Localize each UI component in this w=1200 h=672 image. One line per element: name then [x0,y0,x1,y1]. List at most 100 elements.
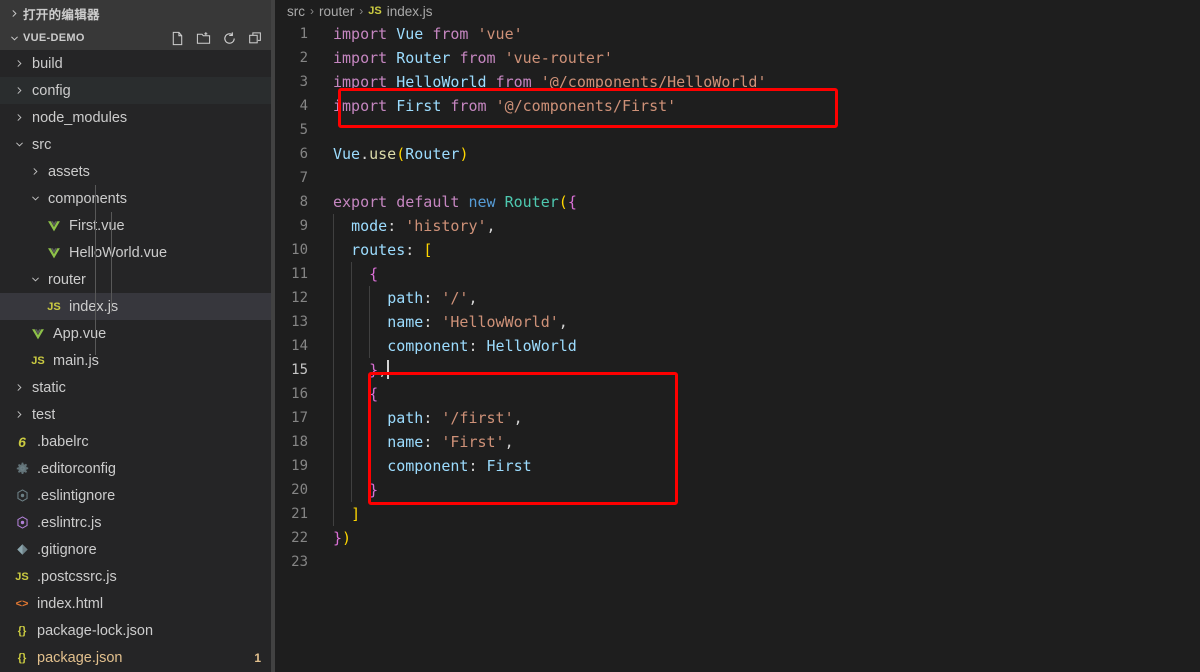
breadcrumb-item-src[interactable]: src [287,4,305,19]
breadcrumb-item-router[interactable]: router [319,4,354,19]
chevron-right-icon[interactable] [12,409,27,420]
new-file-icon[interactable] [170,31,185,46]
file-tree[interactable]: build config node_modules src assets componen… [0,50,275,671]
code-line-9[interactable]: 9 mode: 'history', [275,214,1200,238]
code-line-4[interactable]: 4 import First from '@/components/First' [275,94,1200,118]
code-line-3[interactable]: 3 import HelloWorld from '@/components/He… [275,70,1200,94]
code-token: . [360,145,370,163]
tree-item-eslintignore[interactable]: .eslintignore [0,482,275,509]
breadcrumb[interactable]: src › router › JS index.js [275,0,1200,22]
code-line-22[interactable]: 22}) [275,526,1200,550]
code-token: from [459,49,496,67]
tree-item-build[interactable]: build [0,50,275,77]
tree-item-node-modules[interactable]: node_modules [0,104,275,131]
chevron-down-icon[interactable] [12,139,27,150]
code-token: '/' [441,289,469,307]
chevron-right-icon[interactable] [12,58,27,69]
code-line-21[interactable]: 21 ] [275,502,1200,526]
code-token: : [423,289,442,307]
chevron-down-icon[interactable] [28,274,43,285]
code-token: [ [423,241,433,259]
code-line-10[interactable]: 10 routes: [ [275,238,1200,262]
tree-item-index-js[interactable]: JS index.js [0,293,275,320]
code-line-13[interactable]: 13 name: 'HellowWorld', [275,310,1200,334]
js-file-icon: JS [47,300,61,313]
code-token: , [504,433,514,451]
tree-item-babelrc[interactable]: 6 .babelrc [0,428,275,455]
line-number: 6 [299,146,308,162]
code-line-18[interactable]: 18 name: 'First', [275,430,1200,454]
code-line-20[interactable]: 20 } [275,478,1200,502]
code-token: : [423,433,442,451]
chevron-right-icon[interactable] [12,85,27,96]
code-line-text: name: 'HellowWorld', [320,313,568,331]
code-indent-guide [369,406,371,430]
chevron-right-icon[interactable] [12,112,27,123]
new-folder-icon[interactable] [196,31,211,46]
chevron-right-icon[interactable] [6,8,23,19]
tree-item-test[interactable]: test [0,401,275,428]
tree-item-postcssrc-js[interactable]: JS .postcssrc.js [0,563,275,590]
tree-item-label: static [32,379,66,396]
tree-item-label: .editorconfig [37,460,116,477]
refresh-icon[interactable] [222,31,237,46]
line-number: 22 [291,530,308,546]
code-line-12[interactable]: 12 path: '/', [275,286,1200,310]
line-number: 18 [291,434,308,450]
code-line-1[interactable]: 1 import Vue from 'vue' [275,22,1200,46]
code-token: ) [342,529,352,547]
tree-item-components[interactable]: components [0,185,275,212]
tree-item-src[interactable]: src [0,131,275,158]
tree-item-package-json[interactable]: {} package.json 1 [0,644,275,671]
code-indent-guide [351,310,353,334]
tree-item-first-vue[interactable]: First.vue [0,212,275,239]
chevron-down-icon[interactable] [6,33,23,44]
code-line-15[interactable]: 15 }, [275,358,1200,382]
tree-item-config[interactable]: config [0,77,275,104]
code-line-19[interactable]: 19 component: First [275,454,1200,478]
code-token: , [558,313,568,331]
code-line-23[interactable]: 23 [275,550,1200,574]
tree-item-app-vue[interactable]: App.vue [0,320,275,347]
section-open-editors[interactable]: 打开的编辑器 [0,0,275,26]
code-line-7[interactable]: 7 [275,166,1200,190]
tree-item-label: build [32,55,63,72]
collapse-all-icon[interactable] [248,31,263,46]
tree-item-eslintrc-js[interactable]: .eslintrc.js [0,509,275,536]
code-line-14[interactable]: 14 component: HelloWorld [275,334,1200,358]
tree-item-gitignore[interactable]: .gitignore [0,536,275,563]
code-token: name [387,433,424,451]
breadcrumb-item-index-js[interactable]: index.js [387,4,433,19]
code-line-11[interactable]: 11 { [275,262,1200,286]
tree-item-assets[interactable]: assets [0,158,275,185]
code-token: Router [396,49,451,67]
code-indent-guide [333,382,334,406]
code-line-16[interactable]: 16 { [275,382,1200,406]
vscode-window: 打开的编辑器 VUE-DEMO build config node_module… [0,0,1200,672]
tree-item-main-js[interactable]: JS main.js [0,347,275,374]
tree-item-editorconfig[interactable]: .editorconfig [0,455,275,482]
code-line-8[interactable]: 8 export default new Router({ [275,190,1200,214]
code-indent-guide [351,334,353,358]
code-editor[interactable]: 1 import Vue from 'vue' 2 import Router fro… [275,22,1200,672]
code-line-5[interactable]: 5 [275,118,1200,142]
code-token: , [513,409,523,427]
code-line-2[interactable]: 2 import Router from 'vue-router' [275,46,1200,70]
line-number: 15 [291,362,308,378]
chevron-right-icon[interactable] [28,166,43,177]
section-project-root[interactable]: VUE-DEMO [0,26,275,50]
tree-item-label: package.json [37,649,123,666]
code-line-17[interactable]: 17 path: '/first', [275,406,1200,430]
code-token: : [423,313,442,331]
tree-item-router[interactable]: router [0,266,275,293]
tree-item-static[interactable]: static [0,374,275,401]
tree-item-index-html[interactable]: <> index.html [0,590,275,617]
code-line-6[interactable]: 6 Vue.use(Router) [275,142,1200,166]
tree-item-label: .eslintrc.js [37,514,102,531]
tree-item-package-lock-json[interactable]: {} package-lock.json [0,617,275,644]
chevron-down-icon[interactable] [28,193,43,204]
tree-item-helloworld-vue[interactable]: HelloWorld.vue [0,239,275,266]
chevron-right-icon[interactable] [12,382,27,393]
tree-item-label: package-lock.json [37,622,154,639]
